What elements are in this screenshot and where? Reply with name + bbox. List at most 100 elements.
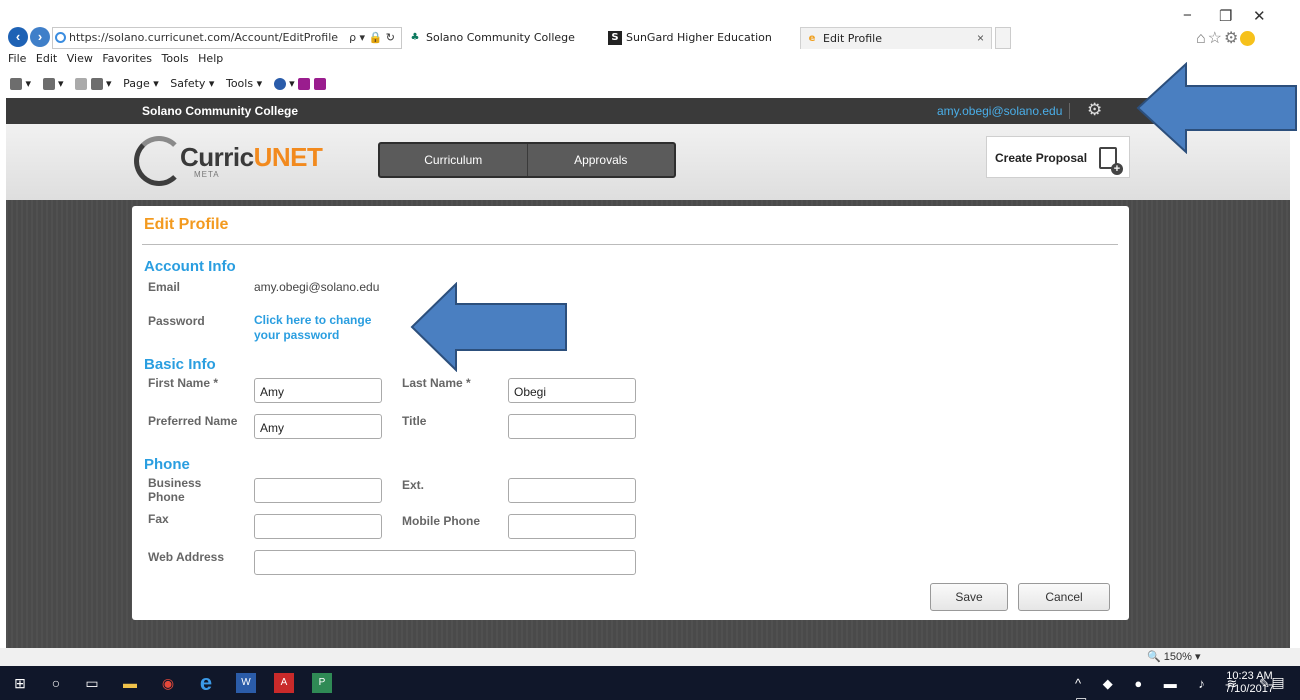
main-nav: Curriculum Approvals — [378, 142, 676, 178]
email-value: amy.obegi@solano.edu — [254, 280, 380, 294]
password-label: Password — [148, 314, 205, 328]
web-page: Solano Community College amy.obegi@solan… — [6, 98, 1290, 648]
menu-edit[interactable]: Edit — [36, 52, 57, 65]
edit-profile-card: Edit Profile Account Info Email amy.obeg… — [132, 206, 1129, 620]
menu-file[interactable]: File — [8, 52, 26, 65]
mobile-phone-label: Mobile Phone — [402, 514, 480, 528]
browser-titlebar: ‹ › https://solano.curricunet.com/Accoun… — [0, 0, 1300, 50]
restore-icon[interactable]: ❐ — [1219, 7, 1232, 25]
fax-field[interactable] — [254, 514, 382, 539]
section-basic-info: Basic Info — [144, 356, 216, 373]
last-name-field[interactable]: Obegi — [508, 378, 636, 403]
gear-icon[interactable]: ⚙ — [1087, 100, 1102, 120]
close-window-icon[interactable]: ✕ — [1253, 7, 1266, 25]
address-controls[interactable]: ρ ▾ 🔒 ↻ — [349, 28, 395, 48]
title-field[interactable] — [508, 414, 636, 439]
nav-approvals[interactable]: Approvals — [528, 144, 675, 176]
site-top-strip: Solano Community College amy.obegi@solan… — [6, 98, 1290, 124]
user-email-link[interactable]: amy.obegi@solano.edu — [937, 104, 1062, 118]
menu-help[interactable]: Help — [198, 52, 223, 65]
preferred-name-field[interactable]: Amy — [254, 414, 382, 439]
logo-subtitle: META — [194, 170, 220, 179]
site-header: CurricUNET META Curriculum Approvals Cre… — [6, 124, 1290, 200]
tab-solano[interactable]: ♣ Solano Community College — [404, 27, 600, 49]
onenote-linked-icon[interactable] — [313, 78, 326, 90]
favorites-star-icon[interactable]: ☆ — [1208, 30, 1224, 47]
zoom-control[interactable]: 🔍 150% ▾ — [1147, 650, 1200, 663]
divider — [142, 244, 1118, 245]
menu-tools[interactable]: Tools — [162, 52, 189, 65]
title-label: Title — [402, 414, 427, 428]
first-name-label: First Name * — [148, 376, 219, 390]
mail-icon[interactable] — [75, 78, 88, 90]
change-password-link[interactable]: Click here to change your password — [254, 313, 394, 343]
curricunet-logo[interactable]: CurricUNET META — [134, 136, 334, 188]
tab-close-icon[interactable]: × — [977, 31, 984, 45]
create-proposal-label: Create Proposal — [995, 151, 1088, 165]
print-icon[interactable] — [90, 78, 103, 90]
leaf-icon: ♣ — [410, 32, 420, 43]
zoom-level: 150% — [1163, 651, 1192, 663]
ie-icon: e — [808, 33, 816, 44]
page-menu[interactable]: Page ▾ — [123, 72, 159, 96]
mobile-phone-field[interactable] — [508, 514, 636, 539]
taskbar-clock[interactable]: 10:23 AM 7/10/2017 — [1225, 670, 1274, 696]
logo-swirl-icon — [134, 136, 184, 186]
back-icon[interactable]: ‹ — [8, 27, 28, 47]
feedback-smiley-icon[interactable] — [1240, 31, 1256, 47]
safety-menu[interactable]: Safety ▾ — [170, 72, 214, 96]
fax-label: Fax — [148, 512, 169, 526]
divider — [1069, 103, 1070, 119]
forward-icon[interactable]: › — [30, 27, 50, 47]
page-title: Edit Profile — [144, 216, 229, 233]
save-button[interactable]: Save — [930, 583, 1008, 611]
tab-label: SunGard Higher Education — [626, 31, 772, 44]
internet-explorer-icon[interactable]: e — [196, 672, 216, 694]
tab-label: Edit Profile — [823, 32, 883, 45]
tab-sungard[interactable]: S SunGard Higher Education — [604, 27, 794, 49]
section-phone: Phone — [144, 456, 190, 473]
home-icon[interactable] — [10, 78, 22, 90]
nav-curriculum[interactable]: Curriculum — [380, 144, 528, 176]
clock-time: 10:23 AM — [1226, 670, 1273, 682]
command-bar: ▾ ▾ ▾ Page ▾ Safety ▾ Tools ▾ ▾ — [0, 72, 1300, 96]
tab-edit-profile[interactable]: e Edit Profile — [800, 27, 992, 49]
cancel-button[interactable]: Cancel — [1018, 583, 1110, 611]
business-phone-label: Business Phone — [148, 476, 202, 504]
browser-status-bar — [0, 648, 1300, 666]
menu-view[interactable]: View — [67, 52, 93, 65]
ext-field[interactable] — [508, 478, 636, 503]
business-phone-field[interactable] — [254, 478, 382, 503]
annotation-arrow-password — [410, 282, 567, 372]
s-icon: S — [608, 31, 622, 45]
menu-favorites[interactable]: Favorites — [102, 52, 152, 65]
college-name: Solano Community College — [142, 104, 299, 118]
feed-icon[interactable] — [42, 78, 55, 90]
windows-start-icon[interactable]: ⊞ — [10, 673, 30, 693]
word-icon[interactable]: W — [236, 673, 256, 693]
ext-label: Ext. — [402, 478, 425, 492]
acrobat-icon[interactable]: A — [274, 673, 294, 693]
notification-icon[interactable]: ▤ — [1268, 672, 1288, 692]
create-proposal-button[interactable]: Create Proposal — [986, 136, 1130, 178]
logo-text: CurricUNET — [180, 142, 323, 172]
tools-menu[interactable]: Tools ▾ — [226, 72, 262, 96]
help-icon[interactable] — [273, 78, 286, 90]
task-view-icon[interactable]: ▭ — [82, 673, 102, 693]
menu-bar: File Edit View Favorites Tools Help — [0, 52, 1300, 70]
address-text: https://solano.curricunet.com/Account/Ed… — [69, 31, 339, 44]
onenote-icon[interactable] — [298, 78, 311, 90]
first-name-field[interactable]: Amy — [254, 378, 382, 403]
minimize-icon[interactable]: − — [1183, 7, 1192, 24]
search-icon[interactable]: ○ — [46, 673, 66, 693]
address-bar[interactable]: https://solano.curricunet.com/Account/Ed… — [52, 27, 402, 49]
web-address-field[interactable] — [254, 550, 636, 575]
file-explorer-icon[interactable]: ▬ — [120, 673, 140, 693]
clock-date: 7/10/2017 — [1225, 683, 1274, 695]
last-name-label: Last Name * — [402, 376, 471, 390]
home-icon[interactable]: ⌂ — [1196, 30, 1208, 47]
project-icon[interactable]: P — [312, 673, 332, 693]
chrome-icon[interactable]: ◉ — [158, 673, 178, 693]
settings-gear-icon[interactable]: ⚙ — [1224, 30, 1240, 47]
new-tab-button[interactable] — [995, 27, 1011, 49]
